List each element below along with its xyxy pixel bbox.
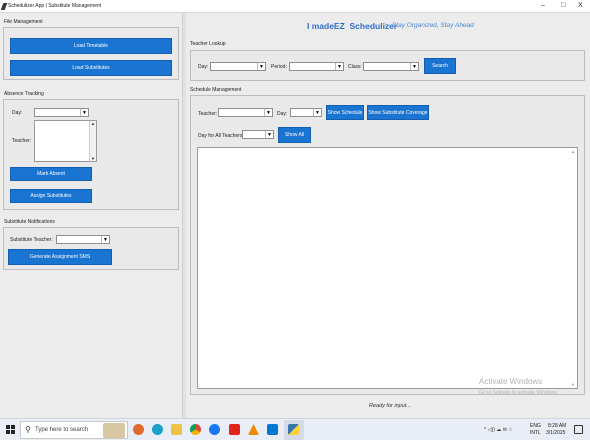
scroll-down-icon[interactable]: ▼ bbox=[571, 382, 575, 387]
app-tagline: Stay Organized, Stay Ahead bbox=[392, 22, 474, 29]
scroll-down-icon[interactable]: ▼ bbox=[91, 156, 95, 161]
substitute-teacher-label: Substitute Teacher: bbox=[10, 237, 53, 243]
show-all-button[interactable]: Show All bbox=[278, 127, 311, 143]
schedule-day-select[interactable]: ▼ bbox=[290, 108, 322, 117]
show-substitute-coverage-button[interactable]: Show Substitute Coverage bbox=[367, 105, 429, 120]
search-icon: ⚲ bbox=[25, 425, 31, 434]
schedule-teacher-select[interactable]: ▼ bbox=[218, 108, 273, 117]
assign-substitutes-button[interactable]: Assign Substitutes bbox=[10, 189, 92, 203]
pane-splitter[interactable] bbox=[183, 13, 186, 418]
chevron-down-icon: ▼ bbox=[335, 63, 343, 70]
taskbar-search-box[interactable]: ⚲ Type here to search bbox=[20, 421, 128, 439]
absence-day-label: Day: bbox=[12, 110, 23, 116]
schedule-teacher-label: Teacher: bbox=[198, 111, 218, 117]
absence-teacher-list[interactable]: ▲ ▼ bbox=[34, 120, 97, 162]
generate-sms-button[interactable]: Generate Assignment SMS bbox=[8, 249, 112, 265]
app-brand: I madeEZ Schedulizer bbox=[307, 21, 398, 31]
lookup-class-label: Class: bbox=[348, 64, 362, 70]
show-schedule-button[interactable]: Show Schedule bbox=[326, 105, 364, 120]
chevron-down-icon: ▼ bbox=[265, 131, 273, 138]
scroll-up-icon[interactable]: ▲ bbox=[571, 149, 575, 154]
activate-windows-title: Activate Windows bbox=[479, 377, 543, 386]
clock-time[interactable]: 8:28 AM bbox=[548, 423, 566, 429]
schedule-output-area[interactable]: ▲ ▼ bbox=[197, 147, 578, 389]
media-player-icon[interactable] bbox=[229, 424, 240, 435]
status-text: Ready for input... bbox=[369, 403, 411, 409]
vscode-icon[interactable] bbox=[267, 424, 278, 435]
system-tray-icons[interactable]: ^ ◁)) ☁ ✉ ☆ bbox=[484, 427, 513, 433]
facebook-icon[interactable] bbox=[209, 424, 220, 435]
lookup-day-label: Day: bbox=[198, 64, 209, 70]
substitute-teacher-select[interactable]: ▼ bbox=[56, 235, 110, 244]
load-substitutes-button[interactable]: Load Substitutes bbox=[10, 60, 172, 76]
chevron-down-icon: ▼ bbox=[257, 63, 265, 70]
edge-browser-icon[interactable] bbox=[152, 424, 163, 435]
day-for-all-label: Day for All Teachers: bbox=[198, 133, 244, 139]
lookup-class-select[interactable]: ▼ bbox=[363, 62, 419, 71]
clock-date[interactable]: 3/1/2025 bbox=[546, 430, 565, 436]
chevron-down-icon: ▼ bbox=[80, 109, 88, 116]
mark-absent-button[interactable]: Mark Absent bbox=[10, 167, 92, 181]
maximize-button[interactable]: □ bbox=[561, 2, 565, 9]
search-button[interactable]: Search bbox=[424, 58, 456, 74]
search-highlight-icon bbox=[103, 423, 125, 438]
teacher-lookup-label: Teacher Lookup bbox=[190, 41, 226, 47]
schedule-day-label: Day: bbox=[277, 111, 288, 117]
chevron-down-icon: ▼ bbox=[101, 236, 109, 243]
vlc-icon[interactable] bbox=[248, 424, 259, 435]
taskbar-search-placeholder: Type here to search bbox=[35, 427, 89, 433]
schedule-management-label: Schedule Management bbox=[190, 87, 242, 93]
python-app-icon[interactable] bbox=[288, 424, 299, 435]
start-windows-icon[interactable] bbox=[6, 425, 15, 434]
file-management-label: File Management bbox=[4, 19, 43, 25]
chevron-down-icon: ▼ bbox=[410, 63, 418, 70]
chrome-browser-icon[interactable] bbox=[190, 424, 201, 435]
minimize-button[interactable]: – bbox=[541, 2, 545, 9]
widgets-icon[interactable] bbox=[133, 424, 144, 435]
chevron-down-icon: ▼ bbox=[264, 109, 272, 116]
notification-icon[interactable] bbox=[574, 425, 583, 434]
window-title: Schedulizer App | Substitute Management bbox=[8, 3, 102, 9]
chevron-down-icon: ▼ bbox=[313, 109, 321, 116]
lookup-period-label: Period: bbox=[271, 64, 287, 70]
output-scrollbar[interactable]: ▲ ▼ bbox=[570, 148, 577, 388]
activate-windows-subtitle: Go to Settings to activate Windows. bbox=[479, 390, 558, 396]
scroll-up-icon[interactable]: ▲ bbox=[91, 121, 95, 126]
taskbar: ⚲ Type here to search ^ ◁)) ☁ ✉ ☆ ENG IN… bbox=[0, 418, 590, 440]
teacher-list-scrollbar[interactable]: ▲ ▼ bbox=[89, 121, 96, 161]
substitute-notifications-label: Substitute Notifications bbox=[4, 219, 55, 225]
region-indicator[interactable]: INTL bbox=[530, 430, 541, 436]
language-indicator[interactable]: ENG bbox=[530, 423, 541, 429]
close-button[interactable]: X bbox=[578, 2, 583, 9]
absence-teacher-label: Teacher: bbox=[12, 138, 32, 144]
absence-tracking-label: Absence Tracking bbox=[4, 91, 44, 97]
file-explorer-icon[interactable] bbox=[171, 424, 182, 435]
absence-day-select[interactable]: ▼ bbox=[34, 108, 89, 117]
lookup-period-select[interactable]: ▼ bbox=[289, 62, 344, 71]
day-for-all-select[interactable]: ▼ bbox=[242, 130, 274, 139]
lookup-day-select[interactable]: ▼ bbox=[210, 62, 266, 71]
load-timetable-button[interactable]: Load Timetable bbox=[10, 38, 172, 54]
title-bar: Schedulizer App | Substitute Management … bbox=[0, 0, 590, 13]
app-icon bbox=[0, 3, 8, 10]
